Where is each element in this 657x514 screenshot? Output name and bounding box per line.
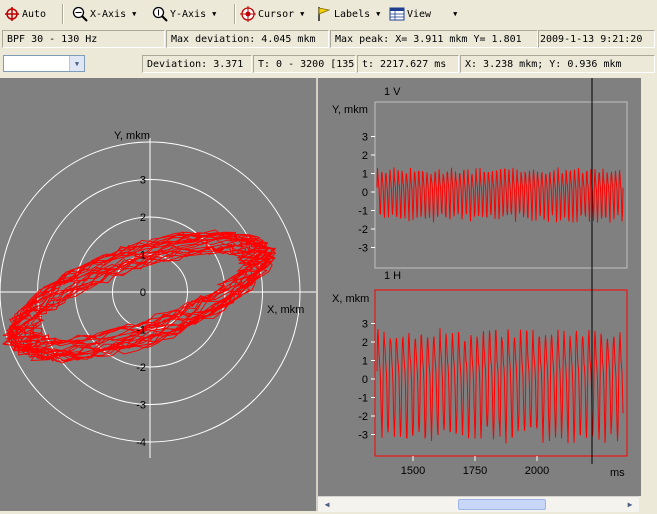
view-label: View bbox=[407, 8, 432, 20]
xy-readout: X: 3.238 mkm; Y: 0.936 mkm bbox=[460, 55, 655, 73]
view-button[interactable]: View ▼ bbox=[389, 6, 457, 22]
scroll-right-icon[interactable]: ▶ bbox=[623, 498, 637, 511]
auto-label: Auto bbox=[22, 8, 47, 20]
orbit-plot[interactable]: 3 2 1 0 -1 -2 -3 -4 Y, mkm X, mkm bbox=[0, 78, 316, 511]
x-tick-label: 2000 bbox=[525, 465, 549, 477]
channel-v-title: 1 V bbox=[384, 86, 401, 98]
time-axis-ticks: 1500 1750 2000 bbox=[401, 456, 549, 477]
chevron-down-icon[interactable]: ▼ bbox=[69, 56, 84, 71]
y-tick-label: 1 bbox=[362, 169, 368, 181]
channel-select[interactable]: ▼ bbox=[3, 55, 85, 72]
chevron-down-icon[interactable]: ▼ bbox=[300, 10, 304, 18]
channel-v-ticks: 3 2 1 0 -1 -2 -3 bbox=[358, 132, 375, 255]
y-tick-label: -3 bbox=[358, 243, 368, 255]
waveform-path bbox=[376, 167, 624, 223]
chevron-down-icon[interactable]: ▼ bbox=[376, 10, 380, 18]
status-bar-1: BPF 30 - 130 Hz Max deviation: 4.045 mkm… bbox=[0, 28, 657, 50]
y-tick-label: 0 bbox=[362, 187, 368, 199]
y-tick-label: -2 bbox=[358, 224, 368, 236]
x-tick-label: 1750 bbox=[463, 465, 487, 477]
scroll-left-icon[interactable]: ◀ bbox=[320, 498, 334, 511]
chevron-down-icon[interactable]: ▼ bbox=[132, 10, 136, 18]
orbit-x-axis-label: X, mkm bbox=[267, 304, 304, 316]
x-tick-label: 1500 bbox=[401, 465, 425, 477]
orbit-y-tick: -4 bbox=[136, 437, 146, 449]
y-tick-label: -1 bbox=[358, 393, 368, 405]
toolbar: Auto X-Axis ▼ Y-Axis ▼ Cursor ▼ Labels ▼… bbox=[0, 0, 657, 28]
x-axis-button[interactable]: X-Axis ▼ bbox=[72, 6, 136, 22]
y-tick-label: -3 bbox=[358, 430, 368, 442]
y-tick-label: 1 bbox=[362, 356, 368, 368]
cursor-button[interactable]: Cursor ▼ bbox=[240, 6, 304, 22]
channel-v-frame bbox=[374, 101, 628, 269]
y-tick-label: 0 bbox=[362, 374, 368, 386]
orbit-y-axis-label: Y, mkm bbox=[114, 130, 150, 142]
time-axis-unit: ms bbox=[610, 467, 625, 479]
t-readout: t: 2217.627 ms bbox=[357, 55, 459, 73]
target-icon bbox=[240, 6, 256, 22]
scroll-thumb[interactable] bbox=[458, 499, 546, 510]
waveform-panel[interactable]: 1 V Y, mkm 3 2 1 0 -1 -2 -3 1 H X, mkm 3 2 1 0 -1 -… bbox=[318, 78, 641, 496]
channel-h-title: 1 H bbox=[384, 270, 401, 282]
orbit-y-tick: -2 bbox=[136, 362, 146, 374]
y-tick-label: 2 bbox=[362, 150, 368, 162]
x-axis-label: X-Axis bbox=[90, 8, 127, 20]
orbit-y-tick: 0 bbox=[140, 287, 146, 299]
orbit-panel[interactable]: 3 2 1 0 -1 -2 -3 -4 Y, mkm X, mkm bbox=[0, 78, 316, 511]
y-tick-label: 3 bbox=[362, 132, 368, 144]
orbit-y-ticks: 3 2 1 0 -1 -2 -3 -4 bbox=[136, 175, 146, 450]
chevron-down-icon[interactable]: ▼ bbox=[212, 10, 216, 18]
channel-h-y-label: X, mkm bbox=[332, 293, 369, 305]
orbit-y-tick: -3 bbox=[136, 400, 146, 412]
zoom-y-icon bbox=[152, 6, 168, 22]
auto-button[interactable]: Auto bbox=[4, 6, 46, 22]
y-tick-label: 2 bbox=[362, 337, 368, 349]
channel-v-y-label: Y, mkm bbox=[332, 104, 368, 116]
labels-label: Labels bbox=[334, 8, 371, 20]
chevron-down-icon[interactable]: ▼ bbox=[453, 10, 457, 18]
orbit-y-tick: -1 bbox=[136, 325, 146, 337]
channel-h-trace bbox=[376, 328, 624, 444]
y-tick-label: 3 bbox=[362, 319, 368, 331]
scroll-corner bbox=[641, 496, 657, 511]
status-bar-2: ▼ Deviation: 3.371 T: 0 - 3200 [135 t: 2… bbox=[0, 52, 657, 77]
orbit-y-tick: 1 bbox=[140, 250, 146, 262]
datetime-readout: 2009-1-13 9:21:20 bbox=[538, 30, 655, 48]
y-tick-label: -2 bbox=[358, 411, 368, 423]
max-peak-readout: Max peak: X= 3.911 mkm Y= 1.801 bbox=[330, 30, 538, 48]
y-axis-button[interactable]: Y-Axis ▼ bbox=[152, 6, 216, 22]
deviation-readout: Deviation: 3.371 bbox=[142, 55, 252, 73]
waveform-path bbox=[376, 328, 624, 444]
filter-readout: BPF 30 - 130 Hz bbox=[2, 30, 165, 48]
waveform-plot[interactable]: 1 V Y, mkm 3 2 1 0 -1 -2 -3 1 H X, mkm 3 2 1 0 -1 -… bbox=[318, 78, 641, 496]
zoom-x-icon bbox=[72, 6, 88, 22]
max-deviation-readout: Max deviation: 4.045 mkm bbox=[166, 30, 329, 48]
flag-icon bbox=[318, 7, 331, 21]
channel-h-ticks: 3 2 1 0 -1 -2 -3 bbox=[358, 319, 375, 442]
y-tick-label: -1 bbox=[358, 206, 368, 218]
time-range-readout: T: 0 - 3200 [135 bbox=[253, 55, 356, 73]
orbit-y-tick: 3 bbox=[140, 175, 146, 187]
y-axis-label: Y-Axis bbox=[170, 8, 207, 20]
vertical-strip bbox=[641, 78, 657, 496]
table-view-icon bbox=[389, 7, 405, 21]
channel-v-trace bbox=[376, 167, 624, 223]
labels-button[interactable]: Labels ▼ bbox=[316, 6, 380, 22]
orbit-y-tick: 2 bbox=[140, 212, 146, 224]
crosshair-icon bbox=[5, 7, 19, 21]
cursor-label: Cursor bbox=[258, 8, 295, 20]
time-scrollbar[interactable]: ◀ ▶ bbox=[318, 496, 639, 512]
